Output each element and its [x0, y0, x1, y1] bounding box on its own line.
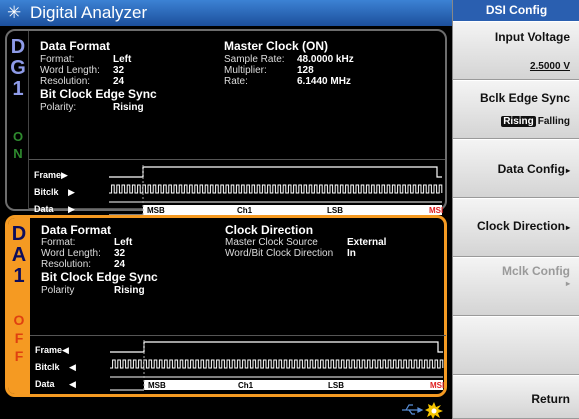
- word-length-value: 32: [114, 248, 126, 259]
- multiplier-value: 128: [297, 65, 314, 76]
- option-rising[interactable]: Rising: [501, 116, 536, 127]
- polarity-value: Rising: [114, 285, 145, 296]
- lsb-label: LSB: [328, 381, 344, 390]
- data-format-heading: Data Format: [40, 39, 111, 53]
- ch-label: Ch1: [238, 381, 254, 390]
- bit-clock-heading: Bit Clock Edge Sync: [41, 270, 158, 284]
- bclk-edge-sync-softkey[interactable]: Bclk Edge Sync Rising Falling: [453, 80, 579, 139]
- sample-rate-value: 48.0000 kHz: [297, 54, 354, 65]
- format-label: Format:: [41, 237, 76, 248]
- bitclk-waveform: [109, 184, 443, 194]
- format-value: Left: [114, 237, 133, 248]
- data-config-label: Data Config▸: [498, 162, 570, 176]
- polarity-label: Polarity: [41, 285, 75, 296]
- sun-icon: ✳: [7, 3, 22, 22]
- dg1-panel[interactable]: D G 1 O N Data Format Format: Left Word …: [5, 29, 447, 216]
- master-clock-heading: Master Clock (ON): [224, 39, 329, 53]
- word-bit-clock-direction-label: Word/Bit Clock Direction: [225, 248, 334, 259]
- data-config-softkey[interactable]: Data Config▸: [453, 139, 579, 198]
- resolution-value: 24: [113, 76, 125, 87]
- rate-value: 6.1440 MHz: [297, 76, 351, 87]
- state-letter: F: [14, 348, 24, 364]
- sidebar-letter: D: [11, 223, 27, 245]
- msb-label: MSB: [148, 381, 166, 390]
- dg1-timing-diagram: Frame ▶ Bitclk ▶ Data ▶ MSB Ch1 LSB MSI: [29, 159, 445, 217]
- rate-label: Rate:: [224, 76, 248, 87]
- da1-timing-diagram: Frame ◀ Bitclk ◀ Data ◀ MSB Ch1 LSB MSI: [30, 335, 446, 393]
- submenu-arrow-icon: ▸: [565, 223, 570, 232]
- bclk-edge-sync-options: Rising Falling: [501, 116, 570, 127]
- title-bar: ✳ Digital Analyzer: [0, 0, 452, 26]
- da1-content: Data Format Format: Left Word Length: 32…: [30, 218, 446, 394]
- sidebar-letter: A: [11, 244, 27, 266]
- format-label: Format:: [40, 54, 75, 65]
- polarity-value: Rising: [113, 102, 144, 113]
- bitclk-waveform: [110, 359, 444, 369]
- format-value: Left: [113, 54, 132, 65]
- mclk-config-softkey[interactable]: Mclk Config ▸: [453, 257, 579, 316]
- master-clock-source-label: Master Clock Source: [225, 237, 318, 248]
- usb-icon: [402, 404, 424, 415]
- data-bus: [144, 380, 443, 390]
- msb-end-label: MSI: [430, 381, 444, 390]
- clock-direction-heading: Clock Direction: [225, 223, 314, 237]
- word-length-value: 32: [113, 65, 125, 76]
- waveform-svg: MSB Ch1 LSB MSI: [109, 165, 443, 216]
- sample-rate-label: Sample Rate:: [224, 54, 285, 65]
- dg1-content: Data Format Format: Left Word Length: 32…: [29, 31, 445, 216]
- return-label: Return: [531, 392, 570, 406]
- state-letter: O: [12, 129, 24, 144]
- ch-label: Ch1: [237, 206, 253, 215]
- state-letter: N: [13, 146, 23, 161]
- data-config-text: Data Config: [497, 162, 565, 176]
- word-length-label: Word Length:: [41, 248, 101, 259]
- data-bus: [143, 205, 442, 215]
- bit-clock-heading: Bit Clock Edge Sync: [40, 87, 157, 101]
- return-softkey[interactable]: Return: [453, 375, 579, 419]
- master-clock-source-value: External: [347, 237, 387, 248]
- submenu-arrow-icon: ▸: [565, 279, 570, 288]
- waveform-svg: MSB Ch1 LSB MSI: [110, 340, 444, 391]
- da1-sidebar: D A 1 O F F: [8, 218, 30, 394]
- resolution-label: Resolution:: [41, 259, 92, 270]
- data-format-heading: Data Format: [41, 223, 112, 237]
- app-title: Digital Analyzer: [30, 3, 148, 22]
- resolution-value: 24: [114, 259, 126, 270]
- msb-end-label: MSI: [429, 206, 443, 215]
- clock-direction-softkey[interactable]: Clock Direction▸: [453, 198, 579, 257]
- word-length-label: Word Length:: [40, 65, 100, 76]
- input-voltage-softkey[interactable]: Input Voltage 2.5000 V: [453, 21, 579, 80]
- input-voltage-value: 2.5000 V: [529, 61, 570, 72]
- resolution-label: Resolution:: [40, 76, 91, 87]
- state-letter: F: [14, 330, 24, 346]
- analyzer-screen: ✳ Digital Analyzer D G 1 O N Data Format…: [0, 0, 452, 419]
- da1-panel[interactable]: D A 1 O F F Data Format Format: Left Wor…: [5, 215, 447, 397]
- submenu-arrow-icon: ▸: [565, 166, 570, 175]
- frame-waveform: [109, 166, 442, 178]
- sidebar-letter: 1: [12, 78, 24, 100]
- dg1-sidebar: D G 1 O N: [7, 31, 29, 209]
- clock-direction-label: Clock Direction▸: [477, 219, 570, 233]
- sidebar-letter: D: [10, 36, 26, 58]
- menu-header: DSI Config: [453, 0, 579, 21]
- word-bit-clock-direction-value: In: [347, 248, 356, 259]
- msb-label: MSB: [147, 206, 165, 215]
- sidebar-letter: 1: [13, 265, 25, 287]
- softkey-menu: DSI Config Input Voltage 2.5000 V Bclk E…: [452, 0, 579, 419]
- state-letter: O: [13, 312, 25, 328]
- sidebar-letter: G: [10, 57, 26, 79]
- input-voltage-label: Input Voltage: [494, 30, 570, 44]
- option-falling[interactable]: Falling: [538, 116, 570, 127]
- frame-waveform: [110, 341, 443, 353]
- mclk-config-label: Mclk Config: [502, 264, 570, 278]
- clock-direction-text: Clock Direction: [476, 219, 565, 233]
- empty-softkey[interactable]: [453, 316, 579, 375]
- starburst-icon: [425, 402, 443, 419]
- bclk-edge-sync-label: Bclk Edge Sync: [479, 91, 570, 105]
- multiplier-label: Multiplier:: [224, 65, 267, 76]
- lsb-label: LSB: [327, 206, 343, 215]
- status-icons: [402, 402, 443, 419]
- polarity-label: Polarity:: [40, 102, 77, 113]
